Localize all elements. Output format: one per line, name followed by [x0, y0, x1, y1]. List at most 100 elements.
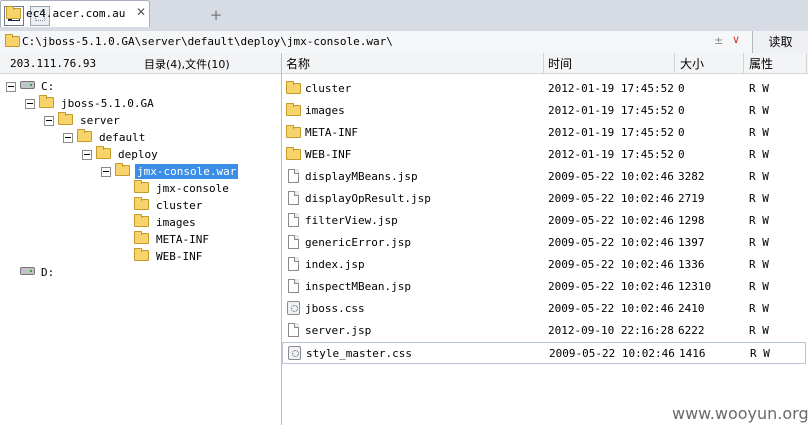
file-size: 3282	[678, 170, 705, 183]
table-row[interactable]: filterView.jsp 2009-05-22 10:02:46 1298 R W	[282, 210, 806, 232]
table-row-selected[interactable]: style_master.css 2009-05-22 10:02:46 1416 R…	[282, 342, 806, 364]
watermark: www.wooyun.org	[672, 404, 808, 423]
column-header-attr[interactable]: 属性	[749, 55, 773, 72]
css-file-icon	[288, 346, 301, 360]
collapse-icon[interactable]	[101, 167, 111, 177]
host-ip: 203.111.76.93	[10, 57, 97, 70]
file-attr: R W	[749, 324, 769, 337]
file-time: 2009-05-22 10:02:46	[548, 236, 674, 249]
table-row[interactable]: jboss.css 2009-05-22 10:02:46 2410 R W	[282, 298, 806, 320]
folder-icon	[5, 34, 20, 47]
path-input[interactable]	[22, 33, 750, 50]
read-button[interactable]: 读取	[752, 31, 808, 53]
file-attr: R W	[749, 126, 769, 139]
folder-icon	[286, 125, 301, 138]
file-time: 2012-01-19 17:45:52	[548, 82, 674, 95]
tree-node-label: jboss-5.1.0.GA	[61, 97, 154, 110]
close-icon[interactable]: ✕	[136, 5, 146, 19]
file-name: filterView.jsp	[305, 214, 398, 227]
file-name: WEB-INF	[305, 148, 352, 161]
tree-node-label: jmx-console	[156, 182, 229, 195]
file-attr: R W	[749, 82, 769, 95]
file-attr: R W	[749, 148, 769, 161]
file-size: 12310	[678, 280, 712, 293]
file-time: 2012-01-19 17:45:52	[548, 126, 674, 139]
file-attr: R W	[749, 258, 769, 271]
file-attr: R W	[750, 347, 770, 360]
column-divider[interactable]	[743, 53, 744, 73]
table-row[interactable]: images 2012-01-19 17:45:52 0 R W	[282, 100, 806, 122]
file-name: index.jsp	[305, 258, 365, 271]
file-time: 2012-01-19 17:45:52	[548, 148, 674, 161]
file-attr: R W	[749, 236, 769, 249]
folder-icon	[96, 146, 111, 159]
drive-icon	[20, 267, 35, 275]
column-header-size[interactable]: 大小	[680, 55, 704, 72]
collapse-icon[interactable]	[25, 99, 35, 109]
tree-node-label: META-INF	[156, 233, 209, 246]
tree-node-label: images	[156, 216, 196, 229]
file-size: 1397	[678, 236, 705, 249]
collapse-icon[interactable]	[82, 150, 92, 160]
table-row[interactable]: genericError.jsp 2009-05-22 10:02:46 1397 R…	[282, 232, 806, 254]
column-header-time[interactable]: 时间	[548, 55, 572, 72]
folder-icon	[58, 112, 73, 125]
folder-icon	[286, 147, 301, 160]
table-row[interactable]: META-INF 2012-01-19 17:45:52 0 R W	[282, 122, 806, 144]
file-name: displayOpResult.jsp	[305, 192, 431, 205]
file-size: 0	[678, 148, 685, 161]
file-name: inspectMBean.jsp	[305, 280, 411, 293]
file-icon	[288, 323, 299, 337]
folder-icon	[134, 180, 149, 193]
column-divider[interactable]	[543, 53, 544, 73]
tab-bar: ec4.acer.com.au ✕ +	[0, 0, 808, 32]
file-name: server.jsp	[305, 324, 372, 337]
tab-title: ec4.acer.com.au	[26, 7, 126, 20]
folder-icon	[77, 129, 92, 142]
file-size: 6222	[678, 324, 705, 337]
sort-icon[interactable]: ±	[714, 34, 723, 47]
tree-node-label: D:	[41, 266, 55, 279]
tree-node-label: deploy	[118, 148, 158, 161]
file-time: 2009-05-22 10:02:46	[548, 214, 674, 227]
column-header-name[interactable]: 名称	[286, 55, 310, 72]
folder-icon	[134, 248, 149, 261]
table-row[interactable]: displayOpResult.jsp 2009-05-22 10:02:46 27…	[282, 188, 806, 210]
file-time: 2009-05-22 10:02:46	[548, 302, 674, 315]
file-size: 0	[678, 82, 685, 95]
collapse-icon[interactable]	[44, 116, 54, 126]
table-row[interactable]: WEB-INF 2012-01-19 17:45:52 0 R W	[282, 144, 806, 166]
file-size: 1336	[678, 258, 705, 271]
tree-node-label: WEB-INF	[156, 250, 203, 263]
file-icon	[288, 279, 299, 293]
folder-icon	[286, 81, 301, 94]
file-name: style_master.css	[306, 347, 412, 360]
file-time: 2009-05-22 10:02:46	[548, 170, 674, 183]
file-icon	[288, 257, 299, 271]
table-row[interactable]: server.jsp 2012-09-10 22:16:28 6222 R W	[282, 320, 806, 342]
column-divider[interactable]	[674, 53, 675, 73]
file-attr: R W	[749, 104, 769, 117]
file-list: 名称 时间 大小 属性 cluster 2012-01-19 17:45:52 0 R…	[282, 53, 808, 425]
table-row[interactable]: index.jsp 2009-05-22 10:02:46 1336 R W	[282, 254, 806, 276]
table-row[interactable]: inspectMBean.jsp 2009-05-22 10:02:46 12310…	[282, 276, 806, 298]
file-name: jboss.css	[305, 302, 365, 315]
file-attr: R W	[749, 302, 769, 315]
collapse-icon[interactable]	[6, 82, 16, 92]
file-time: 2009-05-22 10:02:46	[548, 192, 674, 205]
file-name: displayMBeans.jsp	[305, 170, 418, 183]
table-row[interactable]: displayMBeans.jsp 2009-05-22 10:02:46 3282…	[282, 166, 806, 188]
file-size: 1416	[679, 347, 706, 360]
collapse-icon[interactable]	[63, 133, 73, 143]
file-icon	[288, 235, 299, 249]
column-divider[interactable]	[806, 53, 807, 73]
tree-node-label: jmx-console.war	[135, 164, 239, 179]
file-name: META-INF	[305, 126, 358, 139]
file-size: 2410	[678, 302, 705, 315]
chevron-down-icon[interactable]: ∨	[732, 33, 740, 46]
add-tab-icon[interactable]: +	[208, 6, 224, 24]
table-row[interactable]: cluster 2012-01-19 17:45:52 0 R W	[282, 78, 806, 100]
tree-node-label: C:	[41, 80, 55, 93]
dir-summary: 目录(4),文件(10)	[144, 58, 230, 71]
file-icon	[288, 191, 299, 205]
